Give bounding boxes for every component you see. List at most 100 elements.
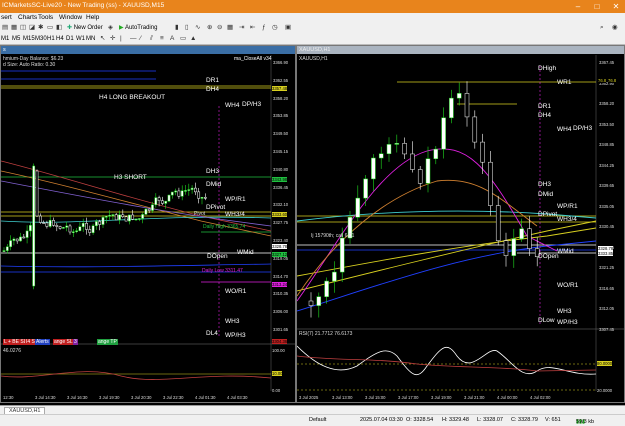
left-candle-body-21 — [71, 231, 75, 233]
right-candle-body-22 — [480, 141, 485, 163]
oscillator-value: 46.0276 — [3, 348, 22, 354]
chart-shift-icon[interactable]: ⇤ — [250, 24, 255, 32]
status-high: H: 3329.48 — [442, 417, 469, 423]
change-sl-chip[interactable]: ange SL — [53, 339, 74, 345]
templates-icon[interactable]: ▣ — [285, 24, 291, 32]
search-icon[interactable]: ⌕ — [600, 24, 604, 32]
tf-h4[interactable]: H4 — [56, 35, 64, 43]
right-candle-body-0 — [308, 300, 314, 306]
new-chart-icon[interactable]: ▤ — [2, 24, 8, 32]
text-tool-icon[interactable]: A — [170, 35, 174, 43]
level-wph3: WP/H3 — [225, 332, 246, 339]
left-candle-body-10 — [35, 170, 39, 217]
vertical-line-icon[interactable]: | — [120, 35, 122, 43]
left-price-tick-2: 3358.20 — [273, 95, 289, 101]
tf-w1[interactable]: W1 — [76, 35, 85, 43]
status-profile: Default — [309, 417, 327, 423]
label-tool-icon[interactable]: ▭ — [180, 35, 186, 43]
right-candle-body-15 — [425, 158, 431, 184]
menu-tools[interactable]: Tools — [38, 14, 53, 21]
candle-chart-icon[interactable]: ▯ — [185, 24, 189, 32]
r-level-dh3: DH3 — [538, 181, 552, 188]
status-low: L: 3328.07 — [477, 417, 503, 423]
indicator-name: ma_CloseAll v34 — [234, 56, 272, 62]
horizontal-line-icon[interactable]: — — [130, 35, 137, 43]
bar-chart-icon[interactable]: ▮ — [175, 24, 179, 32]
tile-windows-icon[interactable]: ▦ — [227, 24, 233, 32]
data-window-icon[interactable]: ◪ — [29, 24, 35, 32]
chat-icon[interactable]: ◉ — [612, 24, 618, 32]
right-chart-window[interactable]: XAUUSD,H1 XAUUSD,H1 Ij 15790th; call 6.0… — [296, 45, 625, 403]
status-bar: Default 2025.07.04 03:30 O: 3328.54 H: 3… — [0, 414, 625, 426]
market-watch-icon[interactable]: ◫ — [20, 24, 26, 32]
change-tp-chip[interactable]: ange TP — [97, 339, 118, 345]
tf-mn[interactable]: MN — [86, 35, 95, 43]
profiles-icon[interactable]: ▦ — [11, 24, 17, 32]
navigator-icon[interactable]: ✱ — [38, 24, 43, 32]
right-candle-body-21 — [472, 116, 478, 143]
left-candle-body-8 — [29, 225, 32, 232]
tf-m15[interactable]: M15 — [23, 35, 35, 43]
alerts-chip[interactable]: Alerts — [35, 339, 50, 345]
new-order-button[interactable]: ✚ New Order — [67, 24, 103, 32]
left-candle-body-46 — [154, 197, 158, 206]
menu-charts[interactable]: Charts — [18, 14, 37, 21]
left-price-tick-4: 3349.50 — [273, 131, 289, 137]
periods-icon[interactable]: ◷ — [272, 24, 278, 32]
left-candle-body-37 — [124, 216, 128, 222]
shapes-icon[interactable]: ▲ — [190, 35, 196, 43]
new-order-label: New Order — [73, 25, 103, 31]
zoom-out-icon[interactable]: ⊖ — [217, 24, 222, 32]
tf-h1[interactable]: H1 — [47, 35, 55, 43]
right-candle-body-27 — [519, 228, 524, 240]
level-wh34: WH3/4 — [225, 211, 245, 218]
menu-window[interactable]: Window — [59, 14, 82, 21]
left-candle-body-56 — [187, 189, 191, 191]
chip-3[interactable]: 3 — [73, 339, 78, 345]
window-title: ICMarketsSC-Live20 - New Trading (ss) - … — [2, 2, 165, 9]
left-candle-body-47 — [157, 197, 161, 201]
tf-m1[interactable]: M1 — [1, 35, 9, 43]
left-candle-body-57 — [190, 187, 194, 190]
level-wpr1: WP/R1 — [225, 196, 246, 203]
tf-m5[interactable]: M5 — [12, 35, 20, 43]
maximize-icon[interactable]: □ — [588, 0, 606, 13]
minimize-icon[interactable]: – — [569, 0, 587, 13]
crosshair-icon[interactable]: ✛ — [110, 35, 115, 43]
metaeditor-icon[interactable]: ◈ — [108, 24, 113, 32]
cursor-icon[interactable]: ↖ — [100, 35, 105, 43]
close-icon[interactable]: ✕ — [607, 0, 625, 13]
left-time-tick-4: 3 Jul 20:30 — [131, 395, 152, 400]
zoom-in-icon[interactable]: ⊕ — [207, 24, 212, 32]
left-candle-body-24 — [81, 222, 85, 227]
left-candle-body-38 — [128, 214, 131, 222]
terminal-icon[interactable]: ▭ — [47, 24, 53, 32]
left-candle-body-44 — [147, 208, 151, 211]
right-time-tick-1: 3 Jul 13:00 — [332, 395, 353, 400]
autotrading-button[interactable]: ▶ AutoTrading — [119, 24, 157, 32]
menu-insert[interactable]: sert — [1, 14, 12, 21]
left-candle-body-13 — [45, 222, 49, 227]
right-candle-body-20 — [464, 93, 470, 118]
left-candle-body-18 — [62, 227, 65, 229]
indicators-icon[interactable]: ƒ — [262, 24, 266, 32]
left-candle-body-23 — [78, 226, 82, 231]
tf-d1[interactable]: D1 — [66, 35, 74, 43]
left-candle-body-25 — [85, 222, 88, 230]
r-level-wh34: WH3/4 — [557, 216, 577, 223]
right-candle-body-10 — [386, 144, 392, 154]
line-chart-icon[interactable]: ∿ — [195, 24, 200, 32]
right-chart-canvas[interactable] — [297, 46, 625, 403]
menu-help[interactable]: Help — [86, 14, 99, 21]
left-chart-window[interactable]: s hmium-Day Balance: $6.23 d Size: Auto … — [0, 45, 296, 403]
channel-icon[interactable]: ⫽ — [150, 35, 153, 43]
autoscroll-icon[interactable]: ⇥ — [239, 24, 244, 32]
left-price-tick-3: 3353.85 — [273, 113, 289, 119]
be-sl-chip[interactable]: L + BE SL — [3, 339, 28, 345]
trendline-icon[interactable]: ⁄ — [140, 35, 141, 43]
fibonacci-icon[interactable]: ≡ — [160, 35, 164, 43]
tf-m30[interactable]: M30 — [35, 35, 47, 43]
tester-icon[interactable]: ◧ — [56, 24, 62, 32]
left-candle-body-3 — [12, 238, 16, 241]
right-price-tick-11: 3316.65 — [599, 285, 615, 291]
